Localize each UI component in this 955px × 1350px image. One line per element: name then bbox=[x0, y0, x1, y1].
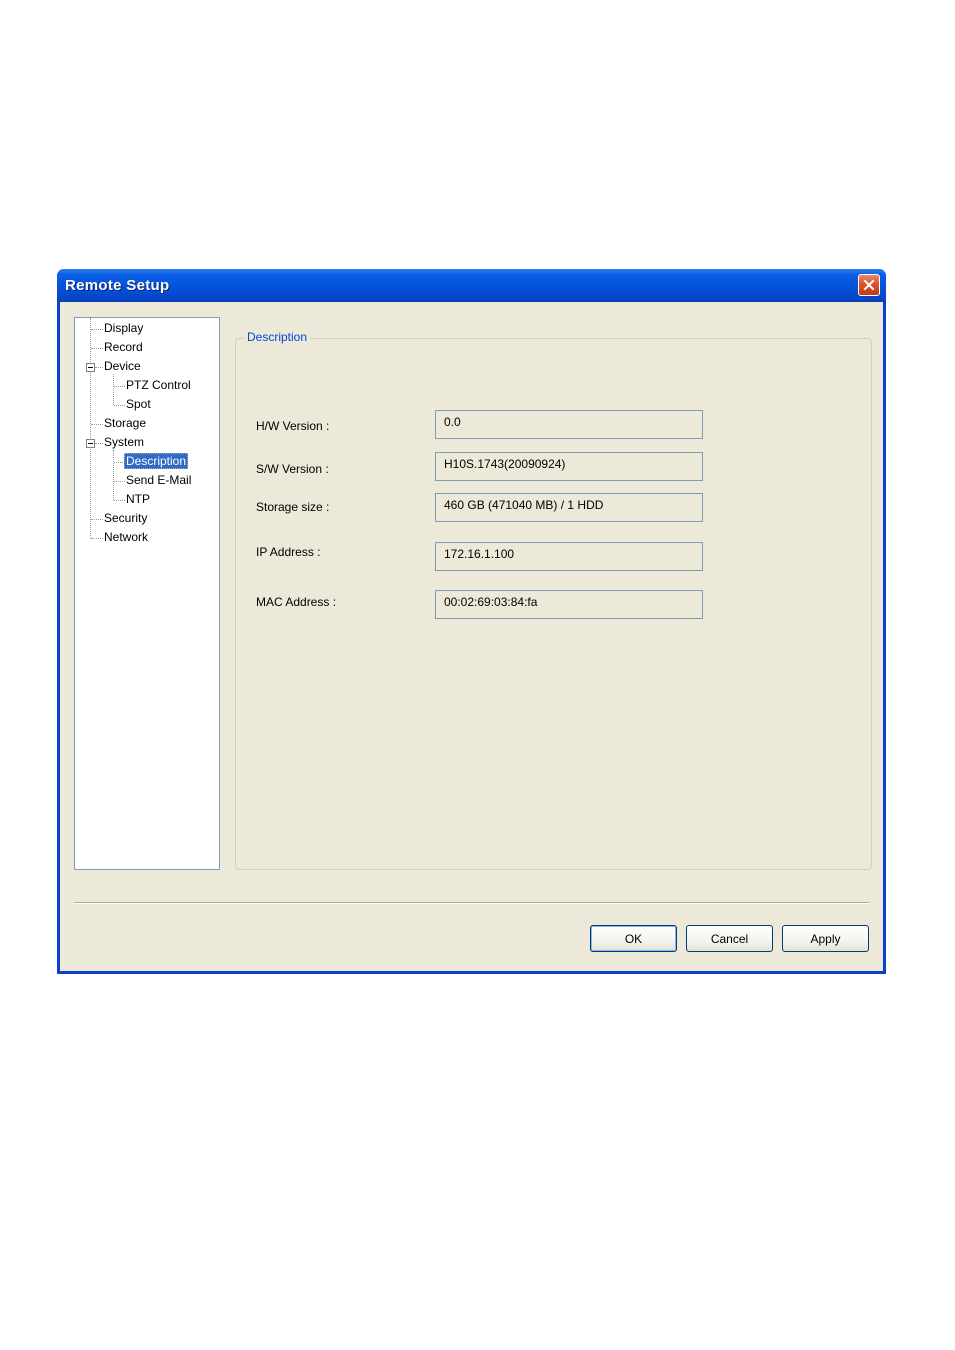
tree-item-ntp[interactable]: NTP bbox=[125, 491, 151, 510]
tree-connector bbox=[91, 329, 103, 330]
tree-item-label: Spot bbox=[126, 397, 151, 411]
tree-item-label: NTP bbox=[126, 492, 150, 506]
close-icon bbox=[863, 279, 875, 291]
remote-setup-window: Remote Setup Display Record Device PTZ C… bbox=[57, 269, 886, 974]
tree-item-network[interactable]: Network bbox=[103, 529, 149, 548]
sw-version-field[interactable]: H10S.1743(20090924) bbox=[435, 452, 703, 481]
tree-connector bbox=[91, 519, 103, 520]
tree-connector bbox=[91, 538, 103, 539]
description-group-title: Description bbox=[244, 330, 311, 344]
tree-connector bbox=[95, 443, 103, 444]
tree-connector bbox=[113, 450, 114, 500]
tree-connector bbox=[114, 500, 125, 501]
storage-size-field[interactable]: 460 GB (471040 MB) / 1 HDD bbox=[435, 493, 703, 522]
tree-item-description[interactable]: Description bbox=[124, 453, 189, 472]
cancel-button[interactable]: Cancel bbox=[686, 925, 773, 952]
tree-item-record[interactable]: Record bbox=[103, 339, 144, 358]
dialog-client-area: Display Record Device PTZ Control Spot S… bbox=[60, 302, 883, 971]
button-separator bbox=[74, 902, 869, 904]
tree-item-system[interactable]: System bbox=[103, 434, 145, 453]
tree-connector bbox=[91, 348, 103, 349]
tree-item-label: Network bbox=[104, 530, 149, 544]
tree-item-label: Record bbox=[104, 340, 143, 354]
tree-item-label: Display bbox=[104, 321, 144, 335]
tree-item-label: Storage bbox=[104, 416, 147, 430]
ip-address-field[interactable]: 172.16.1.100 bbox=[435, 542, 703, 571]
tree-connector bbox=[91, 424, 103, 425]
title-bar[interactable]: Remote Setup bbox=[57, 269, 886, 302]
tree-item-label: Send E-Mail bbox=[126, 473, 192, 487]
close-button[interactable] bbox=[858, 274, 880, 296]
hw-version-field[interactable]: 0.0 bbox=[435, 410, 703, 439]
tree-connector bbox=[114, 386, 125, 387]
collapse-icon[interactable] bbox=[86, 439, 95, 448]
tree-connector bbox=[114, 481, 125, 482]
tree-item-label: Device bbox=[104, 359, 141, 373]
mac-address-label: MAC Address : bbox=[256, 595, 337, 609]
hw-version-label: H/W Version : bbox=[256, 419, 330, 433]
mac-address-field[interactable]: 00:02:69:03:84:fa bbox=[435, 590, 703, 619]
tree-item-display[interactable]: Display bbox=[103, 320, 144, 339]
tree-item-storage[interactable]: Storage bbox=[103, 415, 147, 434]
tree-connector bbox=[113, 374, 114, 405]
tree-item-label: System bbox=[104, 435, 145, 449]
storage-size-label: Storage size : bbox=[256, 500, 330, 514]
tree-item-label: Security bbox=[104, 511, 148, 525]
tree-connector bbox=[114, 405, 125, 406]
tree-connector bbox=[95, 367, 103, 368]
tree-item-device[interactable]: Device bbox=[103, 358, 142, 377]
tree-connector bbox=[90, 318, 91, 538]
collapse-icon[interactable] bbox=[86, 363, 95, 372]
window-title: Remote Setup bbox=[65, 277, 170, 294]
tree-item-spot[interactable]: Spot bbox=[125, 396, 152, 415]
tree-item-ptz-control[interactable]: PTZ Control bbox=[125, 377, 192, 396]
tree-item-label: PTZ Control bbox=[126, 378, 191, 392]
tree-item-label: Description bbox=[124, 453, 189, 469]
tree-item-security[interactable]: Security bbox=[103, 510, 148, 529]
ip-address-label: IP Address : bbox=[256, 545, 321, 559]
sw-version-label: S/W Version : bbox=[256, 462, 329, 476]
settings-tree[interactable]: Display Record Device PTZ Control Spot S… bbox=[74, 317, 220, 870]
ok-button[interactable]: OK bbox=[590, 925, 677, 952]
apply-button[interactable]: Apply bbox=[782, 925, 869, 952]
tree-item-send-email[interactable]: Send E-Mail bbox=[125, 472, 192, 491]
